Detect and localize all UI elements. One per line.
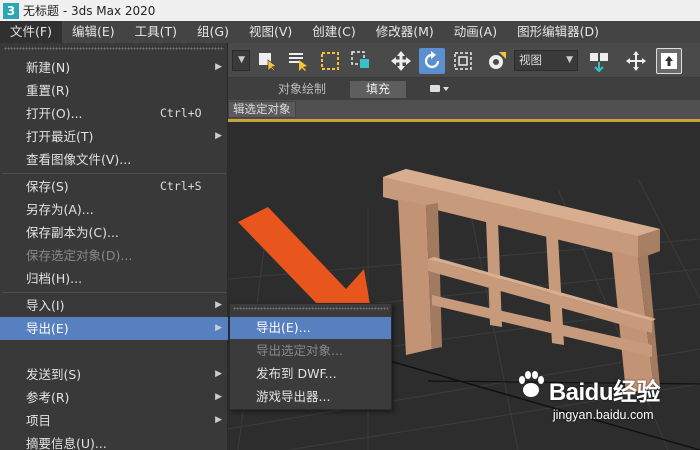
baidu-jingyan-watermark: Baidu经验 jingyan.baidu.com xyxy=(518,371,661,422)
rotate-icon[interactable] xyxy=(419,48,445,74)
menu-item-shortcut: Ctrl+O xyxy=(160,106,202,120)
menu-separator xyxy=(2,173,226,174)
ribbon-panel-strip: 辑选定对象 xyxy=(228,100,700,119)
reference-coord-value: 视图 xyxy=(519,53,542,67)
menu-bar: 文件(F) 编辑(E) 工具(T) 组(G) 视图(V) 创建(C) 修改器(M… xyxy=(0,21,700,43)
window-title: 无标题 - 3ds Max 2020 xyxy=(23,4,156,18)
menu-item-save-as[interactable]: 另存为(A)... xyxy=(0,198,228,221)
menu-item-save-selected: 保存选定对象(D)... xyxy=(0,244,228,267)
menu-item-label: 打开最近(T) xyxy=(26,129,94,144)
menu-graph-editors[interactable]: 图形编辑器(D) xyxy=(507,21,609,43)
menu-tools[interactable]: 工具(T) xyxy=(125,21,187,43)
menu-item-label: 参考(R) xyxy=(26,390,70,405)
title-bar: 3 无标题 - 3ds Max 2020 xyxy=(0,0,700,21)
menu-item-summary-info[interactable]: 摘要信息(U)... xyxy=(0,432,228,450)
menu-grip xyxy=(4,47,224,50)
watermark-url: jingyan.baidu.com xyxy=(552,408,654,422)
snap-move-icon[interactable] xyxy=(623,48,649,74)
menu-item-project[interactable]: 项目 ▶ xyxy=(0,409,228,432)
menu-views[interactable]: 视图(V) xyxy=(239,21,302,43)
main-toolbar: ▼ 视图 ▼ xyxy=(228,43,700,78)
submenu-arrow-icon: ▶ xyxy=(215,62,222,72)
scale-icon[interactable] xyxy=(450,48,476,74)
submenu-item-publish-dwf[interactable]: 发布到 DWF... xyxy=(230,363,391,385)
place-icon[interactable] xyxy=(484,48,510,74)
submenu-arrow-icon: ▶ xyxy=(215,369,222,379)
menu-grip xyxy=(233,307,388,310)
export-submenu: 导出(E)... 导出选定对象... 发布到 DWF... 游戏导出器... xyxy=(229,303,392,410)
tab-populate[interactable]: 填充 xyxy=(350,81,406,98)
menu-item-label: 新建(N) xyxy=(26,60,71,75)
menu-item-label: 归档(H)... xyxy=(26,271,83,286)
ribbon-options-icon xyxy=(430,85,449,92)
ribbon-panel-label[interactable]: 辑选定对象 xyxy=(228,101,296,118)
menu-create[interactable]: 创建(C) xyxy=(302,21,365,43)
keyboard-shortcut-icon[interactable] xyxy=(656,48,682,74)
menu-item-archive[interactable]: 归档(H)... xyxy=(0,267,228,290)
submenu-item-export[interactable]: 导出(E)... xyxy=(230,317,391,339)
selection-filter-dropdown[interactable]: ▼ xyxy=(232,50,250,71)
menu-item-open[interactable]: 打开(O)... Ctrl+O xyxy=(0,102,228,125)
menu-file[interactable]: 文件(F) xyxy=(0,21,62,43)
menu-item-label: 项目 xyxy=(26,413,52,428)
fence-model xyxy=(383,169,660,393)
ribbon-tab-strip: 对象绘制 填充 xyxy=(228,78,700,100)
menu-item-reset[interactable]: 重置(R) xyxy=(0,79,228,102)
paw-logo-icon xyxy=(518,371,544,397)
app-logo-icon: 3 xyxy=(3,2,19,19)
window-crossing-icon[interactable] xyxy=(348,48,374,74)
menu-item-view-image-file[interactable]: 查看图像文件(V)... xyxy=(0,148,228,171)
submenu-item-export-selected: 导出选定对象... xyxy=(256,343,343,358)
menu-separator xyxy=(2,292,226,293)
submenu-arrow-icon: ▶ xyxy=(215,323,222,333)
menu-item-reference[interactable]: 参考(R) ▶ xyxy=(0,386,228,409)
menu-item-label: 重置(R) xyxy=(26,83,70,98)
menu-item-label: 保存选定对象(D)... xyxy=(26,248,133,263)
menu-item-save-copy-as[interactable]: 保存副本为(C)... xyxy=(0,221,228,244)
menu-animation[interactable]: 动画(A) xyxy=(444,21,507,43)
menu-item-export[interactable]: 导出(E) ▶ xyxy=(0,317,228,340)
menu-group[interactable]: 组(G) xyxy=(187,21,239,43)
menu-item-shortcut: Ctrl+S xyxy=(160,179,202,193)
menu-item-label: 摘要信息(U)... xyxy=(26,436,107,450)
select-icon[interactable] xyxy=(254,48,280,74)
menu-item-new[interactable]: 新建(N) ▶ xyxy=(0,56,228,79)
ribbon-options-dropdown[interactable] xyxy=(428,82,452,96)
select-by-name-icon[interactable] xyxy=(285,48,311,74)
menu-item-label: 保存(S) xyxy=(26,179,69,194)
menu-edit[interactable]: 编辑(E) xyxy=(62,21,125,43)
reference-coord-dropdown[interactable]: 视图 ▼ xyxy=(514,50,578,71)
menu-item-label: 发送到(S) xyxy=(26,367,82,382)
menu-item-save[interactable]: 保存(S) Ctrl+S xyxy=(0,175,228,198)
menu-item-import[interactable]: 导入(I) ▶ xyxy=(0,294,228,317)
active-viewport-border xyxy=(228,119,700,122)
menu-item-label: 另存为(A)... xyxy=(26,202,94,217)
pivot-icon[interactable] xyxy=(586,48,612,74)
submenu-arrow-icon: ▶ xyxy=(215,131,222,141)
submenu-item-game-exporter[interactable]: 游戏导出器... xyxy=(230,386,391,408)
menu-item-label: 导入(I) xyxy=(26,298,65,313)
menu-item-label: 保存副本为(C)... xyxy=(26,225,119,240)
menu-item-send-to[interactable]: 发送到(S) ▶ xyxy=(0,363,228,386)
menu-item-label: 查看图像文件(V)... xyxy=(26,152,132,167)
submenu-arrow-icon: ▶ xyxy=(215,415,222,425)
tab-object-paint[interactable]: 对象绘制 xyxy=(266,81,338,98)
file-menu: 新建(N) ▶ 重置(R) 打开(O)... Ctrl+O 打开最近(T) ▶ 查看图… xyxy=(0,43,228,450)
submenu-arrow-icon: ▶ xyxy=(215,392,222,402)
menu-item-label: 打开(O)... xyxy=(26,106,83,121)
menu-item-label: 导出(E) xyxy=(26,321,69,336)
menu-item-open-recent[interactable]: 打开最近(T) ▶ xyxy=(0,125,228,148)
menu-modifiers[interactable]: 修改器(M) xyxy=(366,21,444,43)
rect-region-icon[interactable] xyxy=(317,48,343,74)
submenu-arrow-icon: ▶ xyxy=(215,300,222,310)
move-icon[interactable] xyxy=(388,48,414,74)
